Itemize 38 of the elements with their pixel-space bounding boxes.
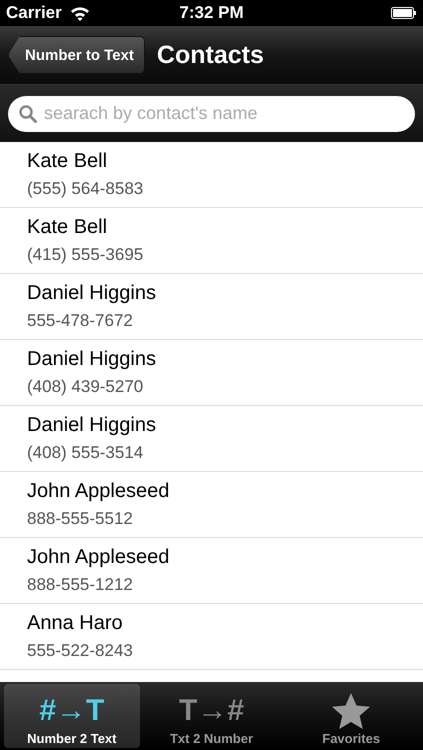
contact-row[interactable]: Kate Bell (555) 564-8583 [0, 142, 423, 208]
wifi-icon [70, 6, 90, 20]
battery-icon [391, 7, 417, 19]
contact-phone: (408) 439-5270 [27, 377, 144, 397]
contact-name: John Appleseed [27, 546, 170, 569]
contact-name: Kate Bell [27, 150, 108, 173]
contact-name: Daniel Higgins [27, 414, 157, 437]
status-time: 7:32 PM [179, 3, 244, 23]
contact-row[interactable]: Daniel Higgins (408) 439-5270 [0, 340, 423, 406]
contact-phone: 888-555-1212 [27, 575, 134, 595]
contact-phone: 888-555-5512 [27, 509, 134, 529]
search-field[interactable]: searach by contact's name [8, 96, 415, 132]
contact-name: John Appleseed [27, 480, 170, 503]
contact-row[interactable]: John Appleseed 888-555-5512 [0, 472, 423, 538]
contact-name: Daniel Higgins [27, 348, 157, 371]
contact-name: Kate Bell [27, 216, 108, 239]
nav-title: Contacts [156, 40, 264, 70]
contact-name: Anna Haro [27, 612, 124, 635]
back-button[interactable]: Number to Text [8, 36, 145, 74]
contact-phone: (415) 555-3695 [27, 245, 144, 265]
contact-row[interactable]: Kate Bell (415) 555-3695 [0, 208, 423, 274]
carrier-label: Carrier [6, 3, 62, 23]
contact-phone: 555-478-7672 [27, 311, 134, 331]
contact-phone: (408) 555-3514 [27, 443, 144, 463]
tab-button[interactable]: Favorites [283, 684, 420, 748]
star-icon [332, 693, 370, 729]
tab-button[interactable]: #→T Number 2 Text [4, 684, 140, 748]
contact-phone: (555) 564-8583 [27, 179, 144, 199]
contact-name: Daniel Higgins [27, 282, 157, 305]
contact-row[interactable]: John Appleseed 888-555-1212 [0, 538, 423, 604]
contact-row[interactable]: Daniel Higgins 555-478-7672 [0, 274, 423, 340]
tab-button[interactable]: T→# Txt 2 Number [144, 684, 280, 748]
contact-phone: 555-522-8243 [27, 641, 134, 661]
contact-row[interactable]: Daniel Higgins (408) 555-3514 [0, 406, 423, 472]
tab-glyph-icon: T→# [179, 693, 244, 729]
contact-row[interactable]: Anna Haro 555-522-8243 [0, 604, 423, 670]
search-icon [19, 104, 37, 122]
tab-glyph-icon: #→T [39, 693, 104, 729]
